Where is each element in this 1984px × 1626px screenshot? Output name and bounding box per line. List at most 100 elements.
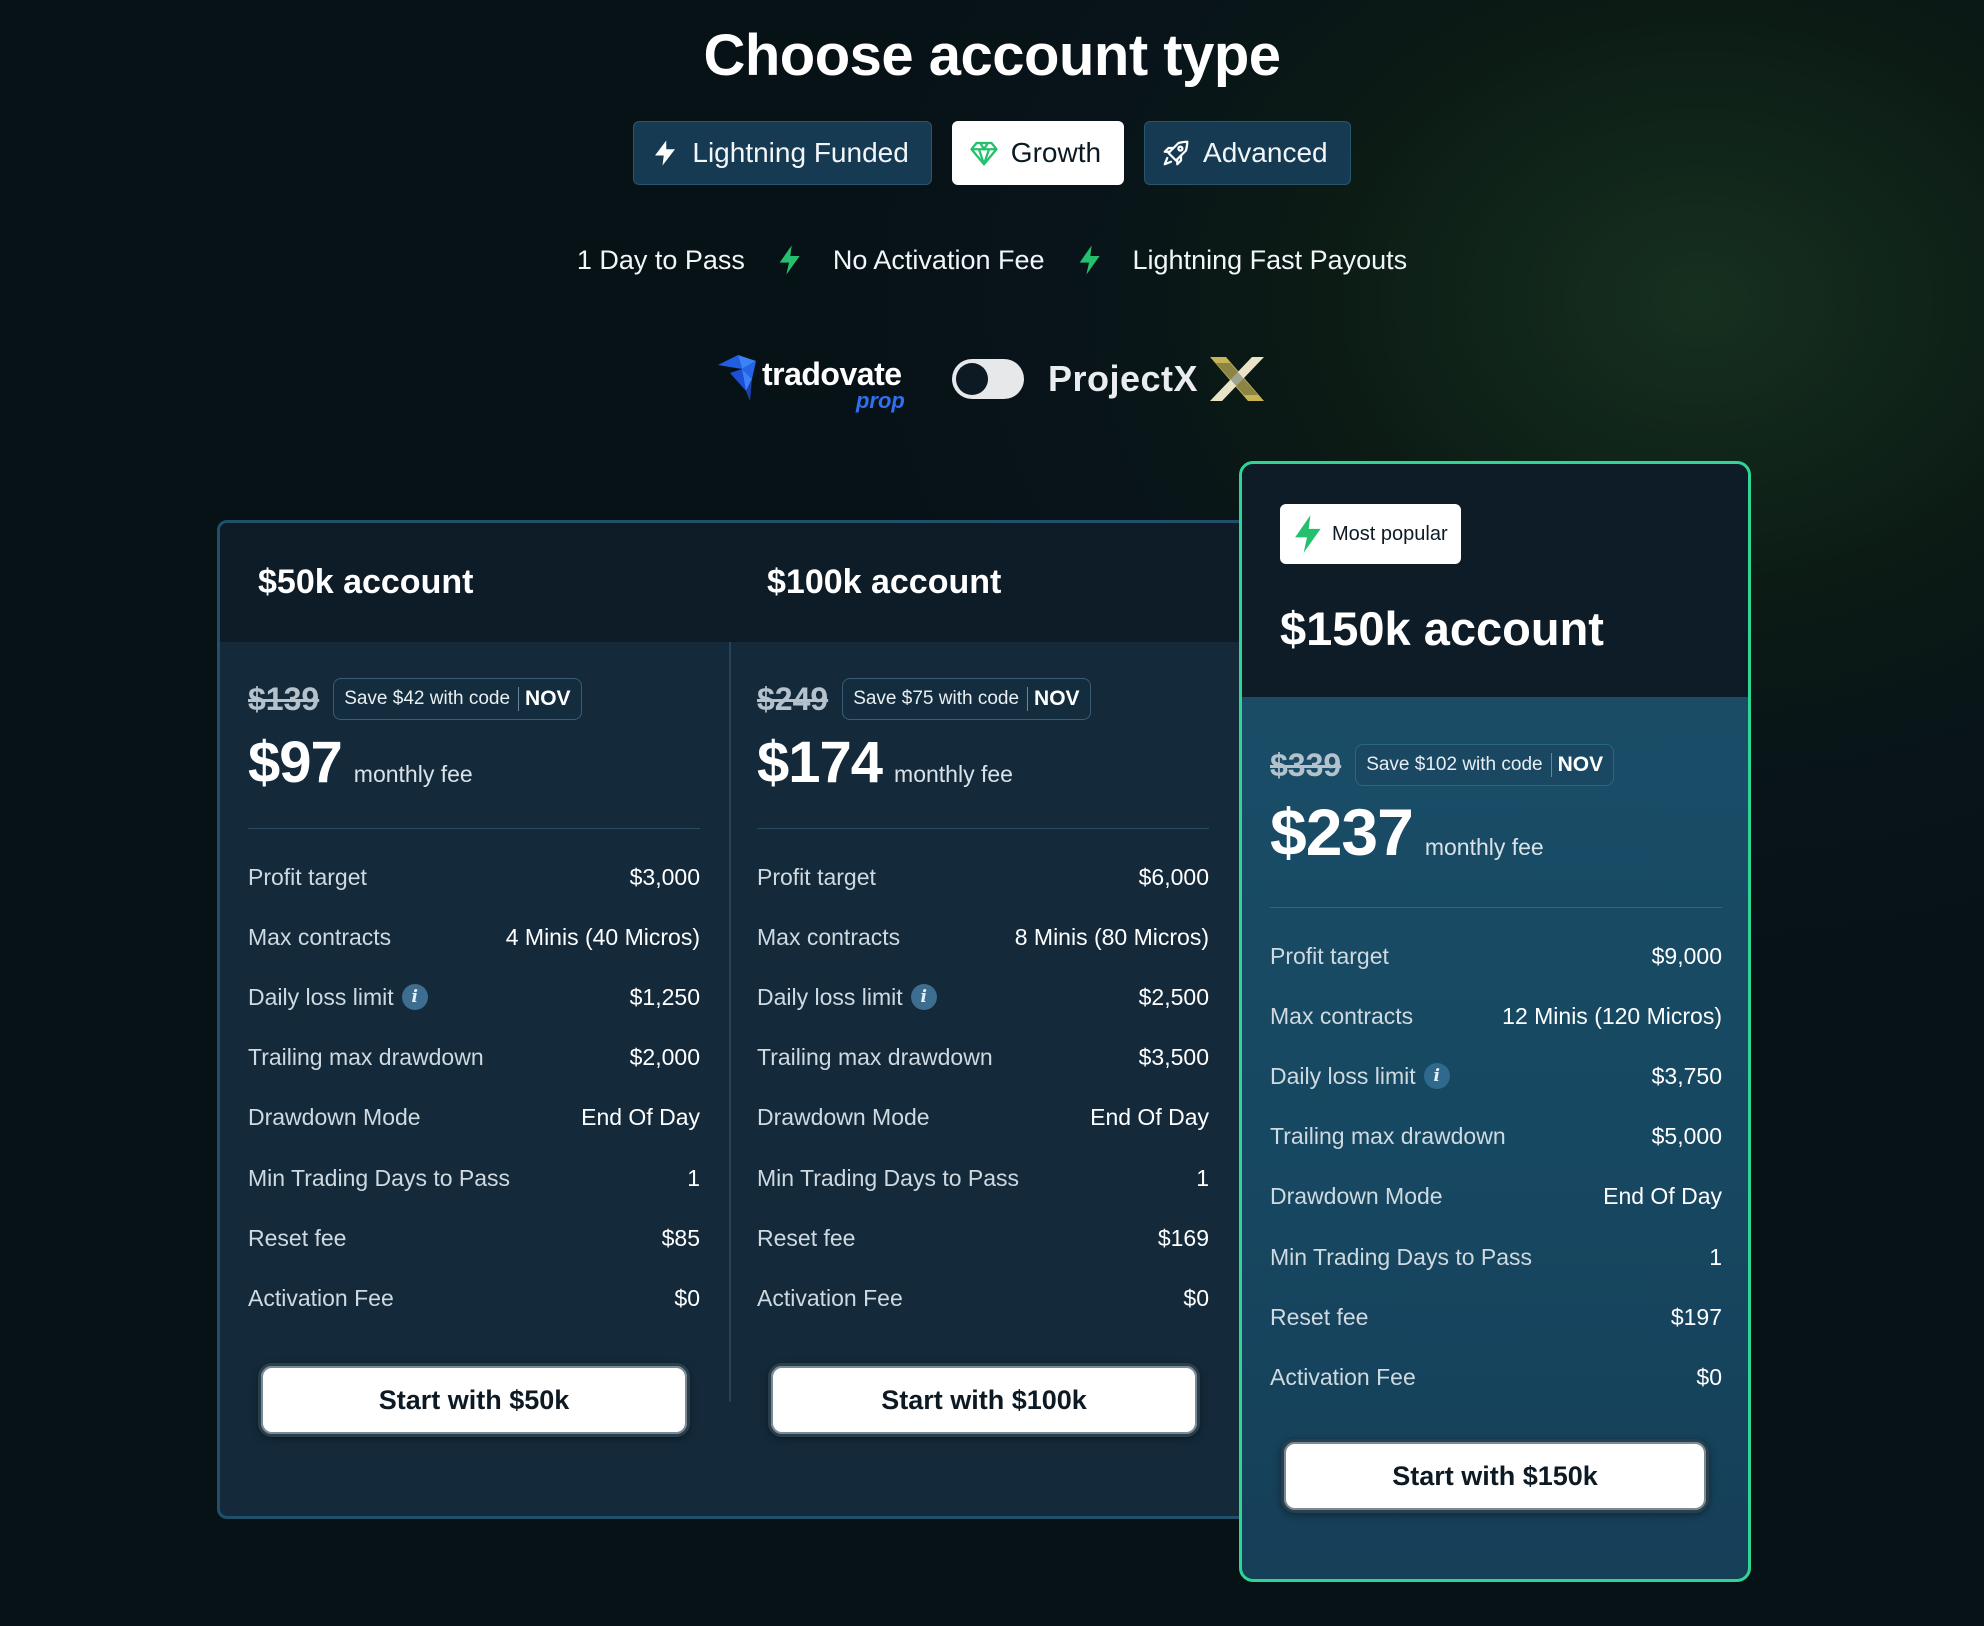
card-title: $100k account [767,563,1002,601]
price-row: $249 Save $75 with code NOV [757,678,1091,720]
spec-value: $2,000 [629,1044,700,1071]
spec-list: Profit target $9,000 Max contracts 12 Mini… [1270,926,1722,1408]
price-row: $139 Save $42 with code NOV [248,678,582,720]
monthly-price: $174 monthly fee [757,729,1013,796]
spec-row: Trailing max drawdown $3,500 [757,1028,1209,1088]
spec-row: Profit target $3,000 [248,847,700,907]
price-note: monthly fee [894,761,1013,787]
monthly-price: $237 monthly fee [1270,794,1544,870]
most-popular-badge: Most popular [1280,504,1461,564]
spec-label: Drawdown Mode [1270,1183,1443,1210]
divider [248,828,700,829]
feature-item: No Activation Fee [832,244,1045,275]
bolt-icon [1075,244,1103,276]
info-icon[interactable]: i [401,984,428,1011]
pricing-panel: $50k account $139 Save $42 with code NOV… [217,520,1287,1519]
spec-value: $0 [674,1284,700,1311]
spec-label: Reset fee [757,1224,856,1251]
spec-value: $1,250 [629,983,700,1010]
spec-value: $9,000 [1651,942,1722,969]
price-note: monthly fee [1424,834,1544,860]
spec-row: Daily loss limit i $3,750 [1270,1046,1722,1106]
promo-code: NOV [1027,687,1080,711]
promo-text: Save $75 with code [853,688,1020,709]
spec-value: End Of Day [1603,1183,1722,1210]
price-amount: $174 [757,730,883,795]
spec-value: $0 [1696,1363,1722,1390]
feature-strip: 1 Day to Pass No Activation Fee Lightnin… [0,244,1984,276]
spec-value: 1 [687,1164,700,1191]
spec-row: Reset fee $85 [248,1208,700,1268]
spec-list: Profit target $3,000 Max contracts 4 Minis… [248,847,700,1329]
spec-label: Reset fee [248,1224,347,1251]
spec-row: Reset fee $169 [757,1208,1209,1268]
featured-header [1242,464,1748,697]
tab-growth[interactable]: Growth [951,121,1125,185]
spec-label: Reset fee [1270,1303,1369,1330]
promo-text: Save $42 with code [344,688,511,709]
spec-value: 12 Minis (120 Micros) [1502,1002,1722,1029]
spec-row: Activation Fee $0 [248,1268,700,1328]
spec-label: Drawdown Mode [757,1104,930,1131]
pricing-card-150k: Most popular $150k account $339 Save $10… [1239,461,1751,1582]
projectx-logo: ProjectX [1048,353,1268,405]
start-150k-button[interactable]: Start with $150k [1281,1439,1709,1513]
spec-label: Activation Fee [248,1284,394,1311]
spec-row: Drawdown Mode End Of Day [248,1088,700,1148]
feature-item: Lightning Fast Payouts [1132,244,1408,275]
spec-label: Max contracts [1270,1002,1414,1029]
promo-badge: Save $42 with code NOV [333,678,582,720]
spec-row: Max contracts 8 Minis (80 Micros) [757,907,1209,967]
spec-value: $85 [661,1224,700,1251]
rocket-icon [1161,138,1191,168]
page-title: Choose account type [703,23,1281,88]
account-type-tabs: Lightning Funded Growth Advanced [0,121,1984,185]
price-amount: $97 [248,730,343,795]
projectx-mark-icon [1210,357,1265,401]
spec-label: Trailing max drawdown [757,1044,993,1071]
divider [1270,907,1722,908]
tab-label: Growth [1010,137,1102,168]
bolt-icon [650,138,680,168]
tab-lightning-funded[interactable]: Lightning Funded [633,121,932,185]
spec-label: Daily loss limit [1270,1062,1416,1089]
spec-label: Activation Fee [1270,1363,1416,1390]
spec-value: $2,500 [1138,983,1209,1010]
promo-code: NOV [1550,753,1603,777]
spec-row: Min Trading Days to Pass 1 [1270,1227,1722,1287]
platform-toggle[interactable] [951,359,1024,399]
spec-row: Max contracts 12 Minis (120 Micros) [1270,986,1722,1046]
projectx-name: ProjectX [1047,358,1199,399]
diamond-icon [969,138,999,168]
spec-value: 1 [1196,1164,1209,1191]
start-50k-button[interactable]: Start with $50k [258,1363,690,1437]
spec-row: Drawdown Mode End Of Day [757,1088,1209,1148]
spec-value: 4 Minis (40 Micros) [505,923,700,950]
spec-value: 1 [1709,1243,1722,1270]
info-icon[interactable]: i [1423,1063,1450,1090]
tradovate-sub: prop [855,388,905,413]
spec-row: Trailing max drawdown $2,000 [248,1028,700,1088]
promo-badge: Save $75 with code NOV [842,678,1091,720]
spec-label-wrap: Daily loss limit i [248,984,428,1011]
spec-label: Activation Fee [757,1284,903,1311]
spec-row: Reset fee $197 [1270,1287,1722,1347]
spec-label: Daily loss limit [757,983,903,1010]
card-title: $150k account [1280,602,1604,655]
spec-label: Profit target [757,863,876,890]
spec-row: Drawdown Mode End Of Day [1270,1167,1722,1227]
badge-label: Most popular [1332,522,1448,545]
divider [757,828,1209,829]
price-amount: $237 [1270,795,1414,869]
spec-label: Drawdown Mode [248,1104,421,1131]
start-100k-button[interactable]: Start with $100k [768,1363,1200,1437]
toggle-knob [955,363,988,395]
tab-advanced[interactable]: Advanced [1144,121,1351,185]
info-icon[interactable]: i [910,984,937,1011]
old-price: $139 [248,680,320,717]
spec-label: Profit target [248,863,367,890]
promo-code: NOV [518,687,571,711]
spec-row: Max contracts 4 Minis (40 Micros) [248,907,700,967]
spec-value: $3,000 [629,863,700,890]
spec-value: End Of Day [581,1104,700,1131]
